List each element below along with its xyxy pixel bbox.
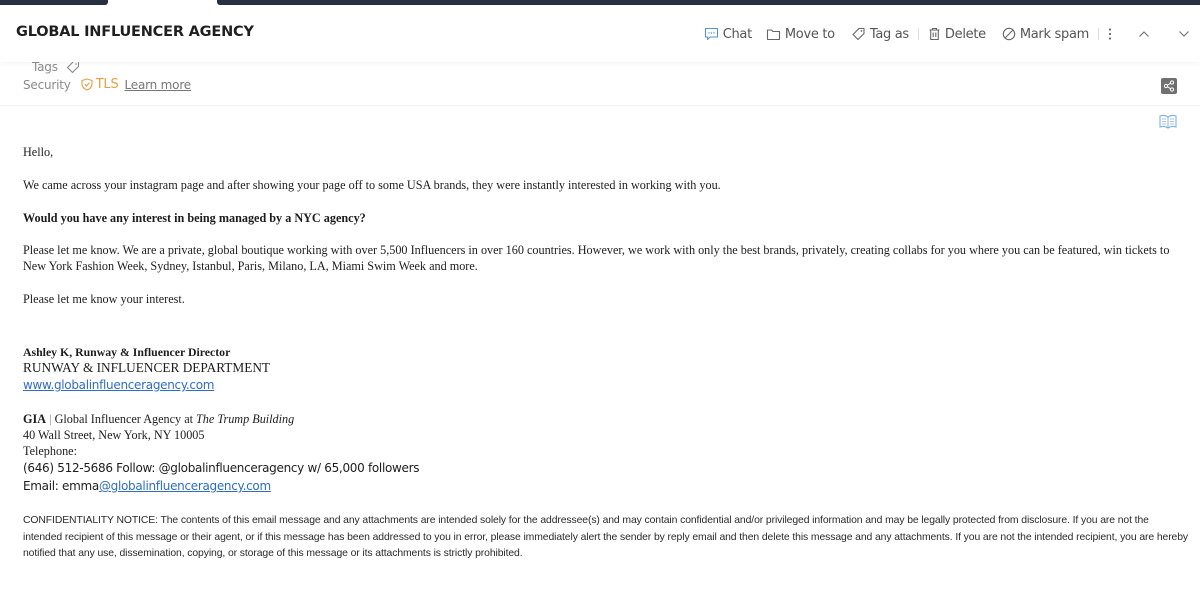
signature-email: Email: emma@globalinfluenceragency.com — [23, 478, 271, 494]
email-prefix: Email: emma — [23, 479, 99, 493]
email-subject: GLOBAL INFLUENCER AGENCY — [16, 24, 254, 40]
chevron-down-icon — [1179, 31, 1189, 37]
delete-button[interactable]: Delete — [928, 23, 986, 45]
email-toolbar: Chat Move to Tag as Delete Mark spam — [704, 23, 1200, 45]
block-icon — [1002, 27, 1016, 41]
previous-email-button[interactable] — [1138, 23, 1154, 45]
chat-button[interactable]: Chat — [704, 23, 752, 45]
signature-department: RUNWAY & INFLUENCER DEPARTMENT — [23, 360, 271, 375]
email-header: GLOBAL INFLUENCER AGENCY Chat Move to Ta… — [0, 5, 1200, 62]
security-label: Security — [23, 77, 71, 92]
move-to-label: Move to — [784, 26, 835, 42]
paragraph-details: Please let me know. We are a private, gl… — [23, 243, 1170, 273]
email-meta: Tags Security TLS Learn more — [0, 60, 1200, 106]
chat-label: Chat — [722, 26, 752, 42]
folder-icon — [766, 28, 780, 40]
tag-as-label: Tag as — [869, 26, 909, 42]
org-separator: | — [46, 412, 55, 426]
greeting: Hello, — [23, 145, 54, 159]
move-to-button[interactable]: Move to — [766, 23, 835, 45]
signature-website-link[interactable]: www.globalinfluenceragency.com — [23, 377, 214, 393]
trash-icon — [929, 27, 940, 41]
book-icon — [1159, 114, 1177, 129]
more-options-button[interactable] — [1108, 23, 1116, 45]
shield-check-icon — [81, 78, 93, 91]
share-icon — [1161, 78, 1177, 94]
signature-org: GIA | Global Influencer Agency at The Tr… — [23, 411, 294, 427]
toolbar-divider — [917, 28, 919, 40]
tls-value: TLS — [95, 77, 119, 92]
signature-name: Ashley K, Runway & Influencer Director — [23, 345, 231, 359]
delete-label: Delete — [944, 26, 986, 42]
tls-badge: TLS — [81, 77, 119, 92]
org-abbr: GIA — [23, 412, 47, 426]
paragraph-question: Would you have any interest in being man… — [23, 211, 366, 225]
next-email-button[interactable] — [1178, 23, 1194, 45]
signature-address: 40 Wall Street, New York, NY 10005 — [23, 428, 205, 442]
paragraph-intro: We came across your instagram page and a… — [23, 178, 721, 192]
more-vertical-icon — [1108, 28, 1112, 40]
email-domain-link[interactable]: @globalinfluenceragency.com — [99, 479, 271, 493]
paragraph-closing: Please let me know your interest. — [23, 292, 185, 306]
org-name: Global Influencer Agency at — [54, 412, 197, 426]
confidentiality-notice: CONFIDENTIALITY NOTICE: The contents of … — [23, 515, 1189, 559]
chat-icon — [704, 27, 718, 41]
security-row: Security TLS Learn more — [23, 77, 191, 92]
mark-spam-button[interactable]: Mark spam — [1002, 23, 1089, 45]
mark-spam-label: Mark spam — [1019, 26, 1089, 42]
org-building: The Trump Building — [196, 412, 295, 426]
chevron-up-icon — [1139, 31, 1149, 37]
tag-as-button[interactable]: Tag as — [851, 23, 909, 45]
tag-icon[interactable] — [66, 60, 80, 74]
toolbar-divider — [1098, 28, 1099, 40]
learn-more-link[interactable]: Learn more — [125, 78, 192, 92]
tag-icon — [852, 27, 865, 41]
signature-telephone-label: Telephone: — [23, 444, 77, 458]
tags-row: Tags — [32, 60, 80, 74]
signature-phone-line: (646) 512-5686 Follow: @globalinfluencer… — [23, 461, 420, 475]
reading-view-button[interactable] — [1159, 114, 1177, 134]
tags-label: Tags — [32, 60, 58, 74]
share-button[interactable] — [1161, 78, 1177, 99]
